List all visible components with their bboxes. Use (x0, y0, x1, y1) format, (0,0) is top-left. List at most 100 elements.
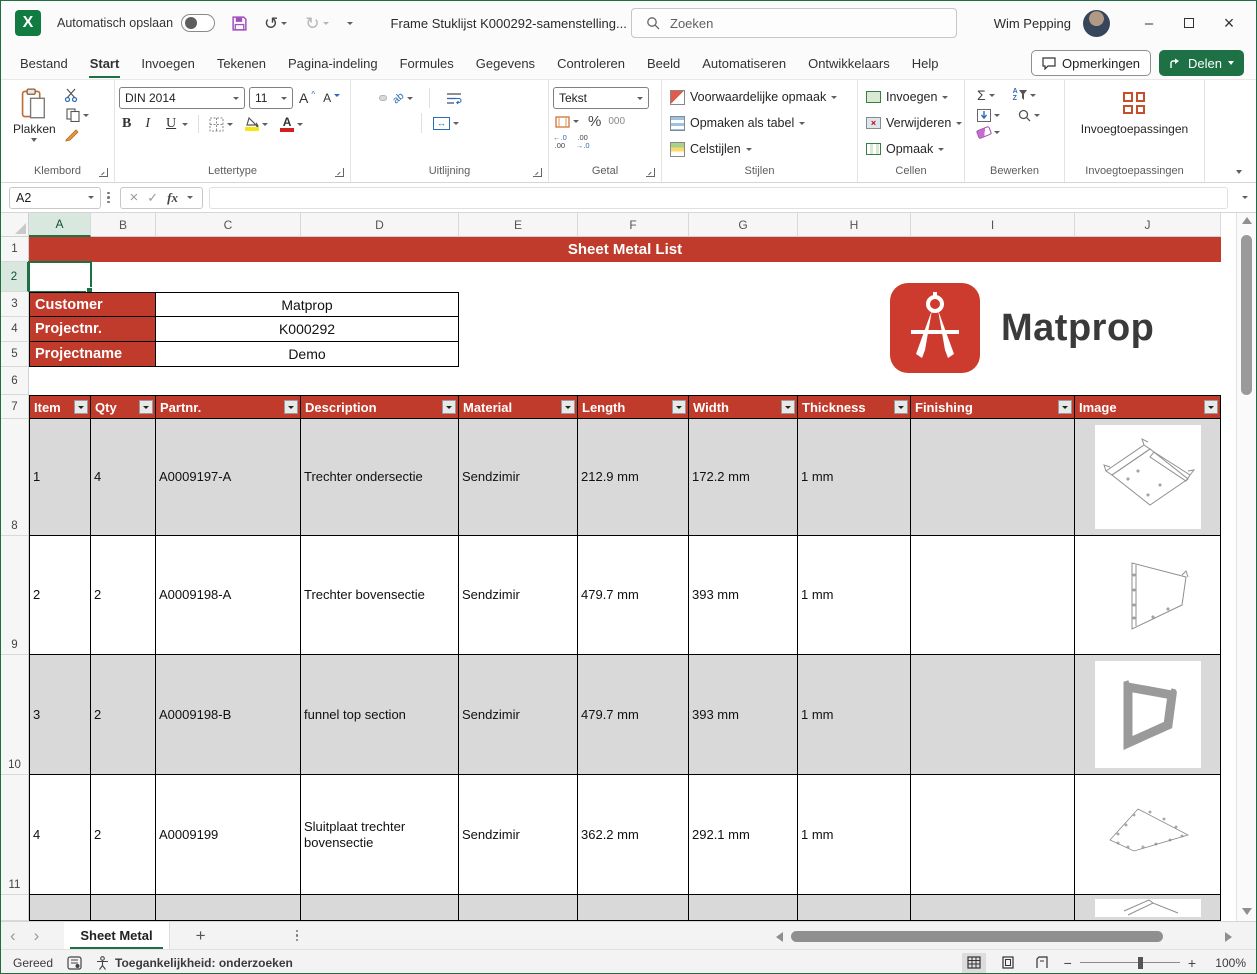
delete-cells-button[interactable]: × Verwijderen (866, 110, 963, 136)
wrap-text-button[interactable] (442, 89, 466, 108)
row-header[interactable] (1, 895, 29, 921)
row-header[interactable]: 9 (1, 536, 29, 655)
row-header[interactable]: 8 (1, 419, 29, 536)
table-cell-image[interactable] (1075, 655, 1221, 775)
share-button[interactable]: Delen (1159, 50, 1244, 76)
selected-cell-A2[interactable] (28, 261, 93, 294)
sort-filter-button[interactable]: AZ (1011, 87, 1038, 103)
table-cell[interactable]: Sendzimir (459, 419, 578, 536)
table-header-cell[interactable]: Finishing (911, 395, 1075, 419)
table-cell[interactable]: Trechter bovensectie (301, 536, 459, 655)
clear-button[interactable] (975, 125, 1002, 140)
table-header-cell[interactable]: Width (689, 395, 798, 419)
accounting-format-button[interactable] (553, 115, 581, 129)
table-header-cell[interactable]: Image (1075, 395, 1221, 419)
column-header[interactable]: J (1075, 213, 1221, 237)
autosave-control[interactable]: Automatisch opslaan (57, 14, 216, 32)
row-header[interactable]: 2 (1, 262, 29, 292)
expand-formula-bar-button[interactable] (1242, 196, 1248, 199)
sheet-title-banner[interactable]: Sheet Metal List (29, 237, 1221, 262)
table-cell[interactable] (911, 536, 1075, 655)
table-header-cell[interactable]: Length (578, 395, 689, 419)
table-cell[interactable]: 172.2 mm (689, 419, 798, 536)
tab-invoegen[interactable]: Invoegen (130, 49, 206, 79)
column-header[interactable]: C (156, 213, 301, 237)
info-value-projectnr[interactable]: K000292 (156, 317, 459, 342)
filter-button[interactable] (74, 400, 88, 414)
macro-record-icon[interactable] (67, 955, 82, 970)
save-button[interactable] (231, 15, 248, 32)
table-cell[interactable]: 1 (29, 419, 91, 536)
table-cell[interactable] (911, 895, 1075, 921)
table-cell-image[interactable] (1075, 775, 1221, 895)
table-header-cell[interactable]: Description (301, 395, 459, 419)
tab-pagina-indeling[interactable]: Pagina-indeling (277, 49, 389, 79)
scroll-up-arrow[interactable] (1242, 217, 1252, 224)
table-cell[interactable]: Sendzimir (459, 775, 578, 895)
tabbar-splitter[interactable] (295, 929, 299, 942)
cancel-button[interactable]: × (130, 189, 139, 206)
user-avatar[interactable] (1083, 9, 1110, 37)
column-header[interactable]: I (911, 213, 1075, 237)
filter-button[interactable] (442, 400, 456, 414)
format-painter-button[interactable] (64, 128, 91, 142)
orientation-button[interactable]: ab (391, 90, 415, 106)
paste-button[interactable]: Plakken (5, 84, 64, 146)
table-cell[interactable] (91, 895, 156, 921)
namebox-splitter[interactable] (107, 191, 110, 204)
table-cell[interactable]: 2 (91, 655, 156, 775)
comments-button[interactable]: Opmerkingen (1030, 50, 1152, 76)
zoom-in-button[interactable]: + (1188, 955, 1196, 971)
table-cell[interactable]: 2 (29, 536, 91, 655)
table-cell[interactable] (29, 895, 91, 921)
tab-help[interactable]: Help (901, 49, 950, 79)
table-cell[interactable] (798, 895, 911, 921)
table-cell[interactable] (459, 895, 578, 921)
redo-button[interactable]: ↻ (303, 14, 330, 33)
info-label-projectnr[interactable]: Projectnr. (29, 317, 156, 342)
row-header[interactable]: 7 (1, 395, 29, 419)
column-header[interactable]: F (578, 213, 689, 237)
zoom-slider[interactable]: − + (1064, 955, 1196, 971)
table-header-cell[interactable]: Thickness (798, 395, 911, 419)
add-sheet-button[interactable]: + (170, 926, 232, 946)
italic-button[interactable]: I (142, 116, 153, 132)
zoom-thumb[interactable] (1137, 956, 1143, 969)
number-dialog-launcher[interactable] (646, 168, 655, 177)
table-cell[interactable] (911, 655, 1075, 775)
filter-button[interactable] (894, 400, 908, 414)
scroll-left-arrow[interactable] (776, 931, 783, 942)
table-header-cell[interactable]: Material (459, 395, 578, 419)
column-header[interactable]: G (689, 213, 798, 237)
format-as-table-button[interactable]: Opmaken als tabel (670, 110, 806, 136)
page-layout-view-button[interactable] (996, 953, 1020, 973)
align-bottom-button[interactable] (379, 95, 387, 101)
qat-customize-button[interactable] (345, 21, 355, 26)
info-label-projectname[interactable]: Projectname (29, 342, 156, 367)
formula-dropdown[interactable] (187, 196, 194, 199)
autosum-button[interactable]: Σ (975, 86, 997, 104)
number-format-select[interactable]: Tekst (553, 87, 649, 109)
scroll-down-arrow[interactable] (1242, 908, 1252, 915)
vertical-scroll-thumb[interactable] (1241, 235, 1252, 395)
table-cell[interactable] (301, 895, 459, 921)
fill-color-button[interactable] (243, 116, 270, 132)
table-cell-image[interactable] (1075, 419, 1221, 536)
table-cell[interactable]: 479.7 mm (578, 536, 689, 655)
align-right-button[interactable] (379, 120, 387, 126)
table-cell[interactable]: 2 (91, 536, 156, 655)
row-header[interactable]: 3 (1, 292, 29, 317)
user-name[interactable]: Wim Pepping (994, 16, 1071, 31)
bold-button[interactable]: B (119, 116, 134, 132)
filter-button[interactable] (561, 400, 575, 414)
table-cell[interactable]: 362.2 mm (578, 775, 689, 895)
info-value-customer[interactable]: Matprop (156, 292, 459, 317)
tab-controleren[interactable]: Controleren (546, 49, 636, 79)
tab-bestand[interactable]: Bestand (9, 49, 79, 79)
table-cell[interactable]: 3 (29, 655, 91, 775)
insert-function-button[interactable]: fx (167, 190, 178, 206)
horizontal-scrollbar[interactable] (776, 930, 1232, 943)
table-cell[interactable] (911, 775, 1075, 895)
page-break-view-button[interactable] (1030, 953, 1054, 973)
increase-indent-button[interactable] (403, 120, 411, 126)
